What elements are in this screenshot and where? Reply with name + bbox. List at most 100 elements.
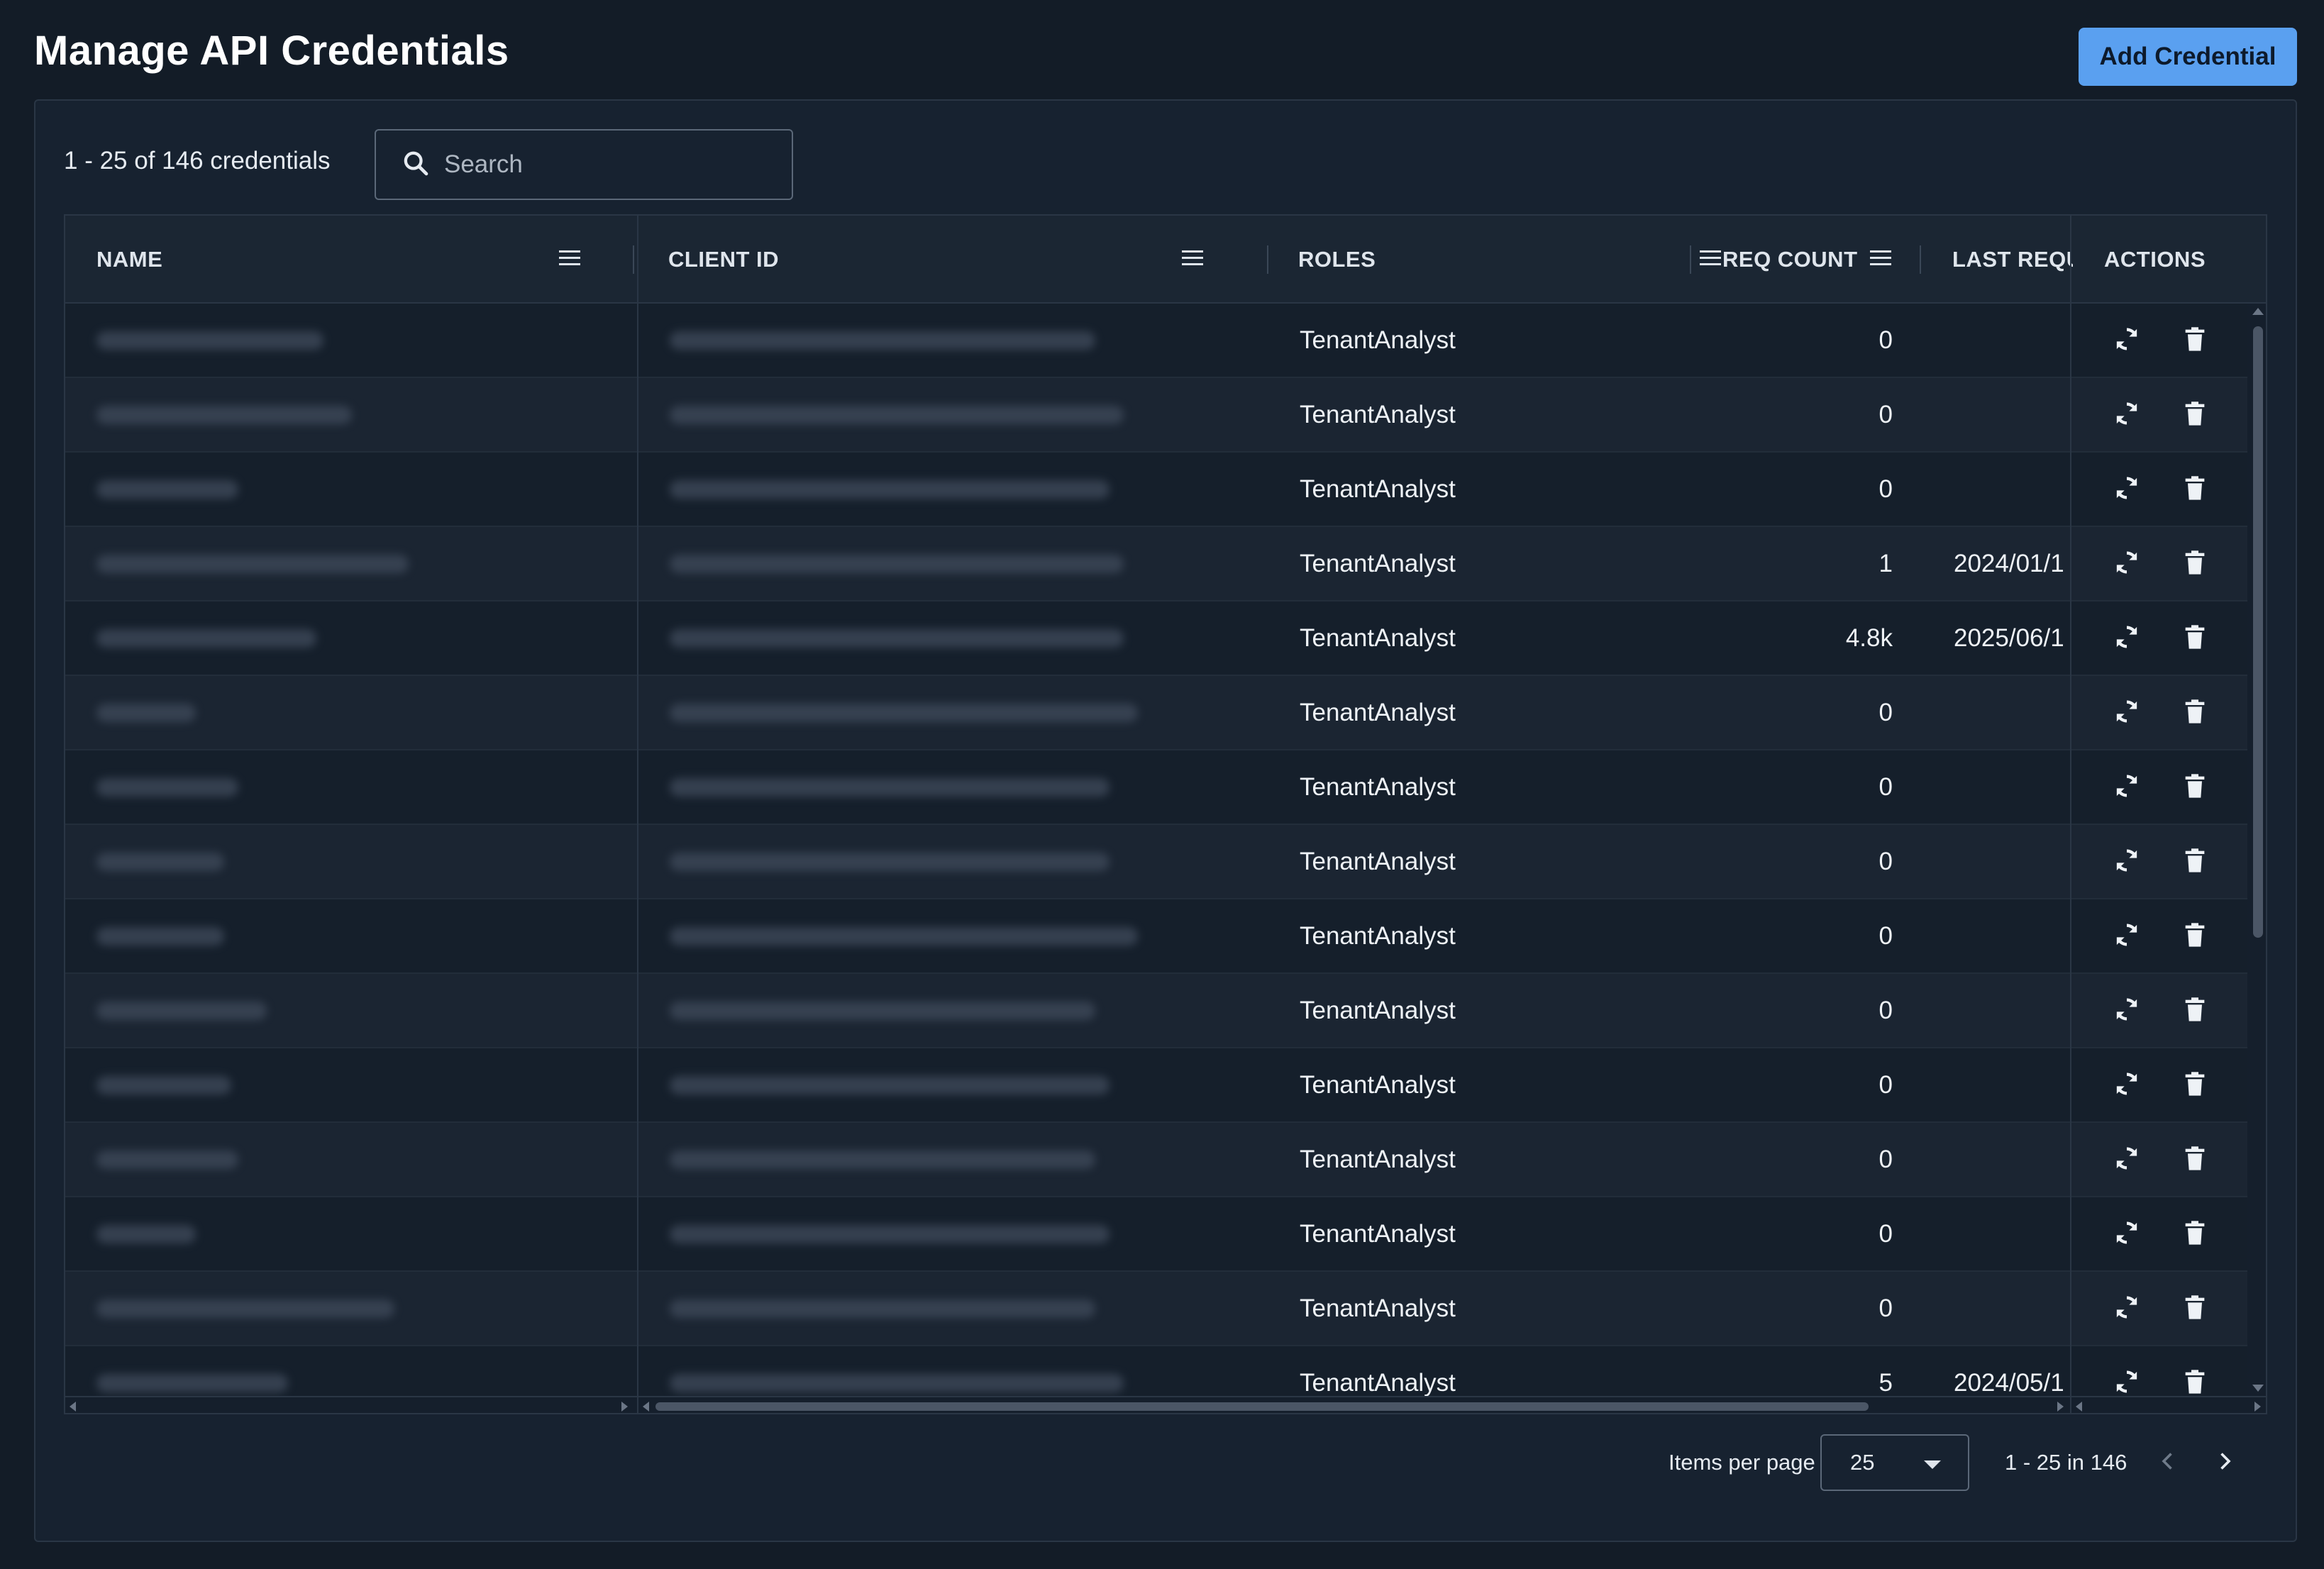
table-row[interactable]: TenantAnalyst 0 (65, 825, 2247, 899)
cell-role: TenantAnalyst (1300, 698, 1456, 726)
regenerate-icon (2113, 921, 2141, 953)
delete-credential-button[interactable] (2176, 1141, 2213, 1178)
delete-credential-button[interactable] (2176, 843, 2213, 880)
cell-req-count: 0 (1878, 1219, 1893, 1248)
column-menu-icon[interactable] (1182, 250, 1203, 266)
regenerate-secret-button[interactable] (2108, 620, 2145, 657)
table-row[interactable]: TenantAnalyst 0 (65, 304, 2247, 378)
regenerate-secret-button[interactable] (2108, 397, 2145, 433)
regenerate-secret-button[interactable] (2108, 1365, 2145, 1396)
table-row[interactable]: TenantAnalyst 0 (65, 1272, 2247, 1346)
column-resize-handle[interactable] (1690, 245, 1691, 274)
table-header: NAME CLIENT ID ROLES REQ COUNT LAST REQU (65, 216, 2266, 304)
column-menu-icon[interactable] (1700, 250, 1721, 266)
cell-client-id-redacted (670, 750, 1266, 824)
column-header-name[interactable]: NAME (96, 216, 614, 304)
cell-role: TenantAnalyst (1300, 475, 1456, 503)
trash-icon (2181, 697, 2209, 729)
scroll-left-arrow[interactable] (643, 1402, 649, 1412)
cell-last-request: 2025/06/1 (1954, 623, 2064, 652)
regenerate-secret-button[interactable] (2108, 1067, 2145, 1104)
table-row[interactable]: TenantAnalyst 0 (65, 1123, 2247, 1197)
table-row[interactable]: TenantAnalyst 0 (65, 378, 2247, 453)
cell-last-request: 2024/01/1 (1954, 549, 2064, 577)
vertical-scroll-thumb[interactable] (2253, 326, 2263, 938)
next-page-button[interactable] (2208, 1446, 2242, 1480)
regenerate-secret-button[interactable] (2108, 992, 2145, 1029)
scroll-left-arrow[interactable] (70, 1402, 76, 1412)
table-row[interactable]: TenantAnalyst 0 (65, 1197, 2247, 1272)
table-row[interactable]: TenantAnalyst 0 (65, 899, 2247, 974)
delete-credential-button[interactable] (2176, 1365, 2213, 1396)
redacted-text (96, 777, 238, 797)
cell-req-count: 1 (1878, 549, 1893, 577)
regenerate-secret-button[interactable] (2108, 545, 2145, 582)
cell-req-count: 5 (1878, 1368, 1893, 1397)
column-header-req-count[interactable]: REQ COUNT (1722, 216, 1914, 304)
table-row[interactable]: TenantAnalyst 1 2024/01/1 (65, 527, 2247, 601)
scroll-right-arrow[interactable] (621, 1402, 628, 1412)
items-per-page-select[interactable]: 25 (1820, 1434, 1969, 1491)
delete-credential-button[interactable] (2176, 694, 2213, 731)
delete-credential-button[interactable] (2176, 322, 2213, 359)
regenerate-secret-button[interactable] (2108, 843, 2145, 880)
horizontal-scrollbar-pinned-left[interactable] (65, 1396, 637, 1413)
search-icon (402, 149, 430, 181)
redacted-text (96, 926, 224, 946)
regenerate-icon (2113, 846, 2141, 878)
regenerate-secret-button[interactable] (2108, 1216, 2145, 1253)
table-row[interactable]: TenantAnalyst 5 2024/05/1 (65, 1346, 2247, 1396)
redacted-text (96, 852, 224, 871)
regenerate-secret-button[interactable] (2108, 694, 2145, 731)
table-row[interactable]: TenantAnalyst 0 (65, 974, 2247, 1048)
column-header-client-id[interactable]: CLIENT ID (668, 216, 1293, 304)
delete-credential-button[interactable] (2176, 397, 2213, 433)
table-row[interactable]: TenantAnalyst 4.8k 2025/06/1 (65, 601, 2247, 676)
table-row[interactable]: TenantAnalyst 0 (65, 676, 2247, 750)
column-menu-icon[interactable] (1870, 250, 1891, 266)
previous-page-button[interactable] (2151, 1446, 2185, 1480)
delete-credential-button[interactable] (2176, 1216, 2213, 1253)
vertical-scrollbar[interactable] (2247, 304, 2266, 1396)
scroll-down-arrow[interactable] (2252, 1385, 2264, 1392)
column-header-roles[interactable]: ROLES (1298, 216, 1721, 304)
column-resize-handle[interactable] (1920, 245, 1921, 274)
horizontal-scrollbar-center[interactable] (638, 1396, 2070, 1413)
column-resize-handle[interactable] (1267, 245, 1268, 274)
delete-credential-button[interactable] (2176, 769, 2213, 806)
horizontal-scroll-thumb[interactable] (655, 1402, 1869, 1411)
delete-credential-button[interactable] (2176, 1067, 2213, 1104)
delete-credential-button[interactable] (2176, 620, 2213, 657)
search-field[interactable] (375, 129, 793, 200)
redacted-text (670, 1299, 1095, 1318)
scroll-up-arrow[interactable] (2252, 308, 2264, 315)
cell-name-redacted (96, 1272, 621, 1345)
redacted-text (96, 479, 238, 499)
scroll-right-arrow[interactable] (2057, 1402, 2064, 1412)
table-row[interactable]: TenantAnalyst 0 (65, 750, 2247, 825)
regenerate-secret-button[interactable] (2108, 322, 2145, 359)
delete-credential-button[interactable] (2176, 992, 2213, 1029)
delete-credential-button[interactable] (2176, 1290, 2213, 1327)
delete-credential-button[interactable] (2176, 471, 2213, 508)
regenerate-secret-button[interactable] (2108, 1141, 2145, 1178)
regenerate-secret-button[interactable] (2108, 1290, 2145, 1327)
add-credential-button[interactable]: Add Credential (2079, 28, 2297, 86)
column-resize-handle[interactable] (633, 245, 634, 274)
table-row[interactable]: TenantAnalyst 0 (65, 453, 2247, 527)
column-menu-icon[interactable] (559, 250, 580, 266)
table-row[interactable]: TenantAnalyst 0 (65, 1048, 2247, 1123)
column-header-label: LAST REQU (1952, 247, 2073, 272)
search-input[interactable] (444, 150, 770, 179)
regenerate-secret-button[interactable] (2108, 769, 2145, 806)
horizontal-scrollbar-pinned-right[interactable] (2071, 1396, 2266, 1413)
column-header-last-request[interactable]: LAST REQU (1952, 216, 2073, 304)
cell-client-id-redacted (670, 304, 1266, 377)
delete-credential-button[interactable] (2176, 918, 2213, 955)
regenerate-secret-button[interactable] (2108, 471, 2145, 508)
delete-credential-button[interactable] (2176, 545, 2213, 582)
scroll-left-arrow[interactable] (2076, 1402, 2082, 1412)
scroll-right-arrow[interactable] (2254, 1402, 2261, 1412)
cell-name-redacted (96, 601, 621, 675)
regenerate-secret-button[interactable] (2108, 918, 2145, 955)
